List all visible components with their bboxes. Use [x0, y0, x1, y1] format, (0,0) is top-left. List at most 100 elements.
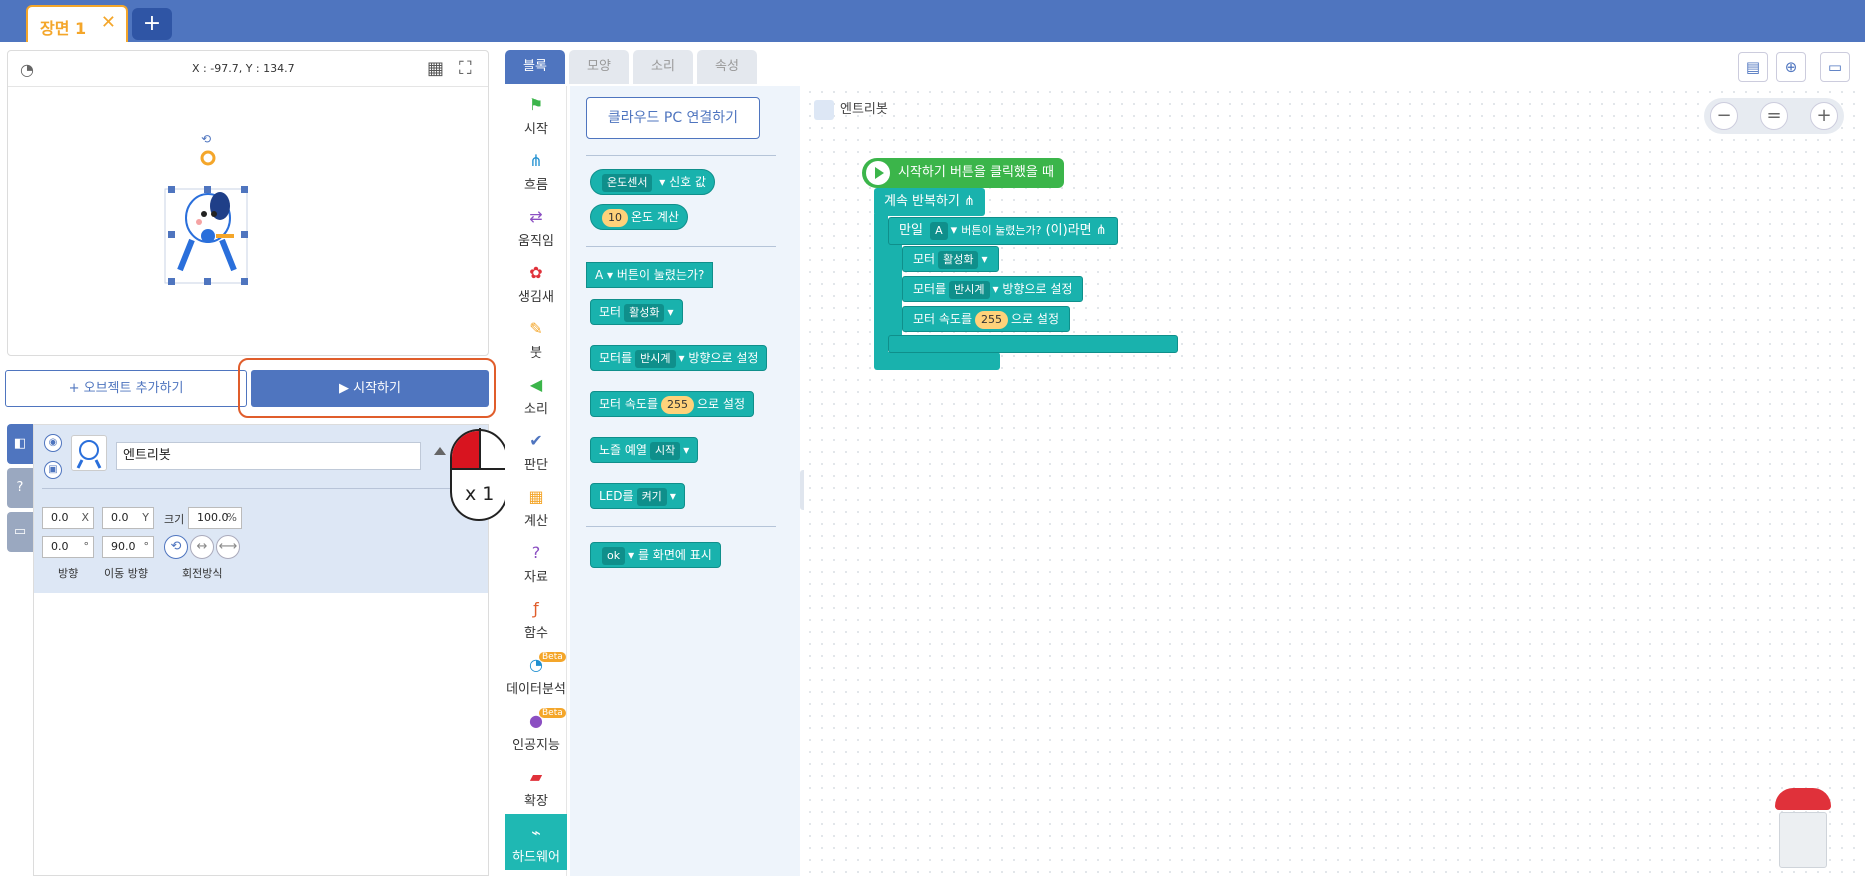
- category-extension[interactable]: ▰ 확장: [505, 758, 567, 814]
- add-object-button[interactable]: + 오브젝트 추가하기: [5, 370, 247, 407]
- motor-speed-block[interactable]: 모터 속도를 255 으로 설정: [590, 391, 754, 417]
- rotate-none-icon[interactable]: ⟷: [216, 535, 240, 559]
- category-move[interactable]: ⇄ 움직임: [505, 198, 567, 254]
- size-value: 100.0: [197, 511, 229, 524]
- cloud-pc-connect-button[interactable]: 클라우드 PC 연결하기: [586, 97, 760, 139]
- comment-icon[interactable]: ▤: [1738, 52, 1768, 82]
- display-block[interactable]: ok ▾ 를 화면에 표시: [590, 542, 721, 568]
- rotation-handle-icon: [200, 150, 216, 166]
- dropdown[interactable]: 반시계: [949, 281, 990, 299]
- number-input[interactable]: 255: [661, 396, 695, 414]
- palette-divider: [586, 155, 776, 156]
- console-tab-icon[interactable]: ▭: [7, 512, 33, 552]
- dropdown[interactable]: 활성화: [938, 251, 979, 269]
- fullscreen-icon[interactable]: ⛶: [459, 58, 472, 79]
- temp-sensor-block[interactable]: 온도센서 ▾ 신호 값: [590, 169, 716, 195]
- category-label: 생김새: [518, 290, 554, 305]
- zoom-in-button[interactable]: +: [1810, 102, 1838, 130]
- tab-sounds[interactable]: 소리: [633, 50, 693, 84]
- tab-blocks[interactable]: 블록: [505, 50, 565, 84]
- object-name-input[interactable]: 엔트리봇: [116, 442, 421, 470]
- dropdown[interactable]: 시작: [649, 442, 681, 460]
- stage-canvas[interactable]: ⟲: [8, 88, 488, 356]
- svg-text:⟲: ⟲: [201, 132, 211, 146]
- category-data-analysis[interactable]: ◔ Beta 데이터분석: [505, 646, 567, 702]
- category-hardware[interactable]: ⌁ 하드웨어: [505, 814, 567, 870]
- lock-icon[interactable]: ▣: [44, 461, 62, 479]
- temp-calc-block[interactable]: 10 온도 계산: [590, 204, 688, 230]
- mouse-coordinates: X : -97.7, Y : 134.7: [192, 62, 295, 75]
- category-brush[interactable]: ✎ 붓: [505, 310, 567, 366]
- play-icon: [866, 161, 890, 185]
- dropdown[interactable]: 활성화: [624, 304, 665, 322]
- rotate-horizontal-icon[interactable]: ↔: [190, 535, 214, 559]
- y-field[interactable]: 0.0 Y: [102, 507, 154, 529]
- repeat-forever-block[interactable]: 계속 반복하기 ⋔: [874, 188, 985, 216]
- storage-icon[interactable]: ▭: [1820, 52, 1850, 82]
- number-input[interactable]: 255: [975, 311, 1009, 329]
- help-tab-icon[interactable]: ?: [7, 468, 33, 508]
- beta-badge: Beta: [539, 652, 566, 662]
- block-text: 방향으로 설정: [688, 351, 759, 365]
- dropdown[interactable]: 온도센서: [602, 174, 653, 192]
- number-input[interactable]: 10: [602, 209, 628, 227]
- trash-body: [1779, 812, 1827, 868]
- motor-speed-block[interactable]: 모터 속도를 255 으로 설정: [902, 306, 1070, 332]
- move-direction-field[interactable]: 90.0 °: [102, 536, 154, 558]
- block-text: 으로 설정: [1011, 312, 1059, 326]
- script-object-name: 엔트리봇: [840, 102, 888, 117]
- category-sound[interactable]: ◀ 소리: [505, 366, 567, 422]
- direction-field[interactable]: 0.0 °: [42, 536, 94, 558]
- scene-tab[interactable]: 장면 1 ✕: [26, 5, 128, 42]
- stage-header: ◔ X : -97.7, Y : 134.7 ▦ ⛶: [8, 51, 488, 87]
- category-judge[interactable]: ✔ 판단: [505, 422, 567, 478]
- category-looks[interactable]: ✿ 생김새: [505, 254, 567, 310]
- objects-tab-icon[interactable]: ◧: [7, 424, 33, 464]
- dropdown[interactable]: A: [595, 268, 603, 282]
- start-trigger-block[interactable]: 시작하기 버튼을 클릭했을 때: [862, 158, 1064, 188]
- category-start[interactable]: ⚑ 시작: [505, 86, 567, 142]
- start-button[interactable]: ▶ 시작하기: [251, 370, 489, 407]
- button-pressed-block[interactable]: A ▾ 버튼이 눌렸는가?: [586, 262, 714, 288]
- dropdown[interactable]: ok: [602, 547, 626, 565]
- tab-properties[interactable]: 속성: [697, 50, 757, 84]
- add-scene-button[interactable]: +: [132, 8, 172, 40]
- visibility-icon[interactable]: ◉: [44, 434, 62, 452]
- nozzle-preheat-block[interactable]: 노즐 예열 시작 ▾: [590, 437, 699, 463]
- dropdown[interactable]: 켜기: [636, 488, 667, 506]
- category-label: 소리: [524, 402, 548, 417]
- close-icon[interactable]: ✕: [101, 12, 116, 33]
- category-data[interactable]: ? 자료: [505, 534, 567, 590]
- trash-can-icon[interactable]: [1773, 788, 1833, 870]
- category-function[interactable]: ƒ 함수: [505, 590, 567, 646]
- motor-direction-block[interactable]: 모터를 반시계 ▾ 방향으로 설정: [590, 345, 768, 371]
- size-field[interactable]: 100.0 %: [188, 507, 242, 529]
- dropdown[interactable]: 반시계: [635, 350, 676, 368]
- mouse-split: [479, 431, 481, 468]
- led-block[interactable]: LED를 켜기 ▾: [590, 483, 685, 509]
- rotate-free-icon[interactable]: ⟲: [164, 535, 188, 559]
- category-calc[interactable]: ▦ 계산: [505, 478, 567, 534]
- collapse-icon[interactable]: [434, 447, 446, 455]
- motor-activate-block[interactable]: 모터 활성화 ▾: [590, 299, 683, 325]
- divider: [42, 488, 482, 489]
- object-card[interactable]: ◉ ▣ 엔트리봇 0.0 X 0.0 Y 크기 100.0 % 0.0 ° 90…: [34, 425, 488, 593]
- palette-divider: [586, 246, 776, 247]
- grid-icon[interactable]: ▦: [427, 58, 444, 79]
- motor-direction-block[interactable]: 모터를 반시계 ▾ 방향으로 설정: [902, 276, 1084, 302]
- entrybot-sprite[interactable]: ⟲: [164, 132, 248, 285]
- if-block[interactable]: 만일 A ▾ 버튼이 눌렸는가? (이)라면 ⋔: [888, 217, 1118, 245]
- zoom-reset-button[interactable]: =: [1760, 102, 1788, 130]
- category-flow[interactable]: ⋔ 흐름: [505, 142, 567, 198]
- speed-gauge-icon[interactable]: ◔: [20, 60, 34, 79]
- block-text: 모터: [913, 252, 936, 266]
- x-field[interactable]: 0.0 X: [42, 507, 94, 529]
- zoom-out-button[interactable]: −: [1710, 102, 1738, 130]
- motor-activate-block[interactable]: 모터 활성화 ▾: [902, 246, 999, 272]
- add-comment-icon[interactable]: ⊕: [1776, 52, 1806, 82]
- block-text: 를 화면에 표시: [637, 548, 712, 562]
- category-ai[interactable]: ● Beta 인공지능: [505, 702, 567, 758]
- script-workspace[interactable]: 엔트리봇 − = + 시작하기 버튼을 클릭했을 때 계속 반복하기 ⋔ 만일 …: [804, 86, 1865, 876]
- dropdown[interactable]: A: [930, 222, 948, 240]
- tab-shapes[interactable]: 모양: [569, 50, 629, 84]
